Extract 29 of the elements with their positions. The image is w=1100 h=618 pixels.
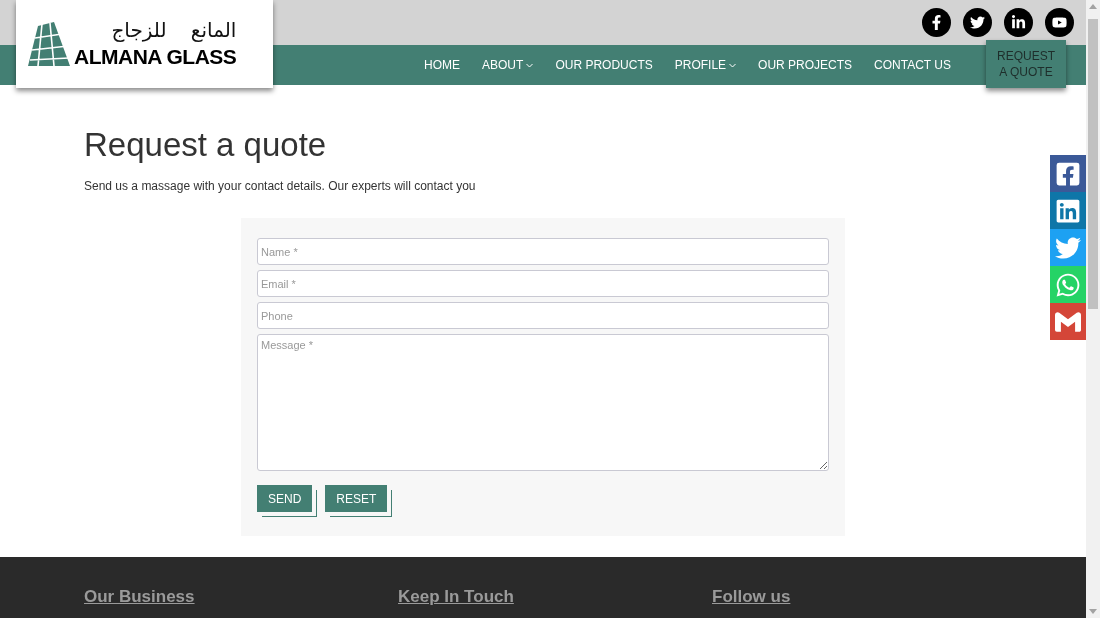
scrollbar[interactable]: [1086, 0, 1100, 618]
facebook-icon[interactable]: [922, 8, 951, 37]
request-quote-button[interactable]: REQUEST A QUOTE: [986, 40, 1066, 88]
nav-link[interactable]: OUR PRODUCTS: [544, 58, 664, 72]
logo-text: ALMANA GLASS: [74, 44, 237, 70]
input-field[interactable]: Name *: [257, 238, 829, 265]
footer-heading: Keep In Touch: [398, 587, 515, 608]
youtube-icon[interactable]: [1045, 8, 1074, 37]
logo-arabic-text: المانع للزجاج: [111, 17, 237, 43]
facebook-share-button[interactable]: [1050, 155, 1086, 192]
footer-heading: Our Business: [84, 587, 196, 608]
twitter-share-button[interactable]: [1050, 229, 1086, 266]
page-title: Request a quote: [84, 125, 328, 165]
chevron-icon: [526, 62, 534, 68]
nav-link[interactable]: ABOUT: [471, 58, 545, 72]
linkedin-share-button[interactable]: [1050, 192, 1086, 229]
gmail-share-button[interactable]: [1050, 303, 1086, 340]
input-field[interactable]: Email *: [257, 270, 829, 297]
nav-link[interactable]: HOME: [413, 58, 472, 72]
footer-heading: Follow us: [712, 587, 792, 608]
nav-link[interactable]: CONTACT US: [863, 58, 962, 72]
linkedin-icon[interactable]: [1004, 8, 1033, 37]
page-subtitle: Send us a massage with your contact details. Our experts will contact you: [84, 179, 477, 193]
input-field[interactable]: Phone: [257, 302, 829, 329]
nav-link[interactable]: OUR PROJECTS: [747, 58, 864, 72]
nav-link[interactable]: PROFILE: [663, 58, 748, 72]
twitter-icon[interactable]: [963, 8, 992, 37]
chevron-icon: [729, 62, 737, 68]
message-field[interactable]: Message *: [257, 334, 829, 471]
